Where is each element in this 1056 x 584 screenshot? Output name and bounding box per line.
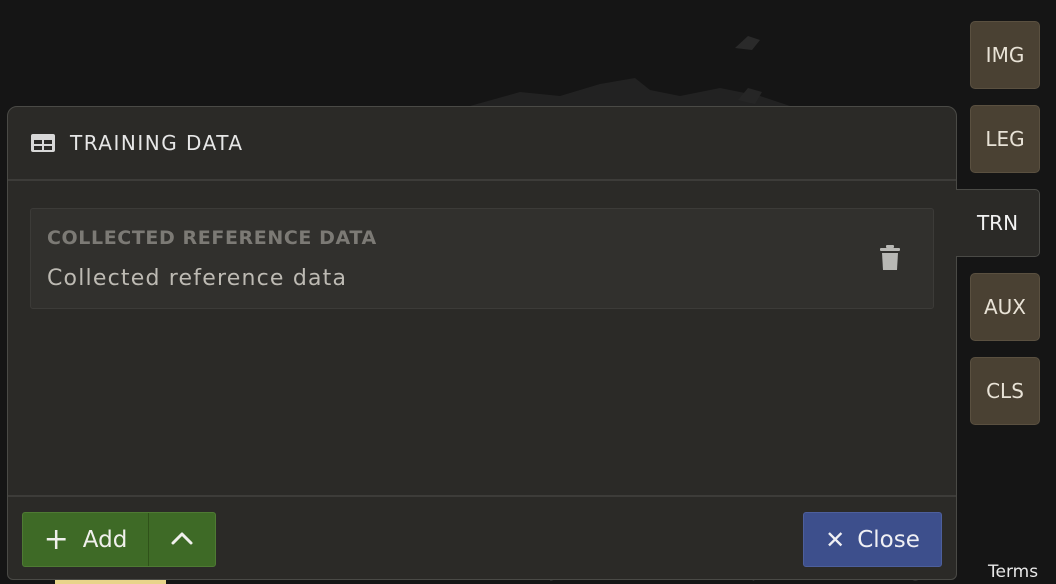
tab-leg-label: LEG (985, 127, 1025, 151)
tab-img-label: IMG (985, 43, 1025, 67)
plus-icon: + (43, 521, 69, 557)
add-button-label: Add (82, 526, 128, 553)
tab-trn[interactable]: TRN (956, 189, 1040, 257)
trash-icon (879, 245, 901, 275)
delete-dataset-button[interactable] (877, 245, 903, 275)
close-icon: ✕ (825, 525, 846, 554)
terms-link[interactable]: Terms (988, 562, 1038, 584)
panel-footer: + Add ✕ Close (8, 495, 956, 581)
tab-img[interactable]: IMG (970, 21, 1040, 89)
tab-trn-label: TRN (976, 211, 1019, 235)
panel-header: TRAINING DATA (8, 107, 956, 181)
chevron-up-icon (170, 530, 194, 550)
add-button-group: + Add (22, 512, 216, 567)
close-button-label: Close (857, 526, 920, 553)
tab-aux[interactable]: AUX (970, 273, 1040, 341)
panel-title: TRAINING DATA (70, 131, 244, 155)
training-data-panel: TRAINING DATA COLLECTED REFERENCE DATA C… (7, 106, 957, 580)
tab-leg[interactable]: LEG (970, 105, 1040, 173)
tab-aux-label: AUX (983, 295, 1027, 319)
dataset-title: COLLECTED REFERENCE DATA (47, 227, 377, 249)
table-icon (30, 132, 56, 154)
tab-cls-label: CLS (986, 379, 1024, 403)
add-options-toggle[interactable] (149, 513, 215, 566)
tab-cls[interactable]: CLS (970, 357, 1040, 425)
dataset-description: Collected reference data (47, 266, 348, 291)
dataset-card[interactable]: COLLECTED REFERENCE DATA Collected refer… (30, 208, 934, 309)
add-button[interactable]: + Add (23, 513, 149, 566)
close-button[interactable]: ✕ Close (803, 512, 942, 567)
